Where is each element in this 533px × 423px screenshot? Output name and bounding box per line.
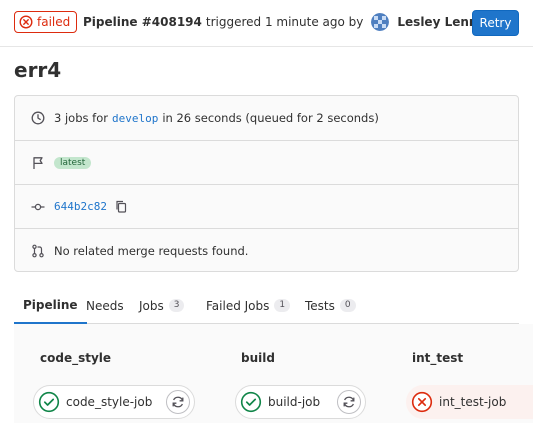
tab-label: Pipeline — [23, 297, 78, 312]
job-code-style[interactable]: code_style-job — [33, 385, 195, 419]
commit-row: 644b2c82 — [15, 184, 518, 228]
jobs-summary-row: 3 jobs for develop in 26 seconds (queued… — [15, 96, 518, 140]
commit-sha-link[interactable]: 644b2c82 — [54, 200, 107, 213]
tab-count-badge: 0 — [339, 299, 356, 312]
tab-count-badge: 1 — [274, 299, 291, 312]
tab-tests[interactable]: Tests 0 — [305, 287, 356, 324]
retry-button[interactable]: Retry — [472, 10, 519, 36]
tab-count-badge: 3 — [168, 299, 185, 312]
check-circle-icon — [38, 391, 60, 413]
pipeline-status-badge[interactable]: failed — [14, 11, 78, 33]
branch-link[interactable]: develop — [112, 112, 158, 125]
clock-icon — [31, 111, 45, 125]
close-circle-icon — [19, 15, 33, 29]
tab-failed-jobs[interactable]: Failed Jobs 1 — [206, 287, 291, 324]
tab-needs[interactable]: Needs — [86, 287, 124, 324]
close-circle-icon — [411, 391, 433, 413]
tab-label: Failed Jobs — [206, 298, 270, 313]
triggered-text: triggered 1 minute ago by — [205, 15, 364, 29]
pipeline-id: Pipeline #408194 — [83, 15, 202, 29]
header-divider — [0, 46, 533, 47]
tab-label: Jobs — [139, 298, 164, 313]
pipeline-info-card: 3 jobs for develop in 26 seconds (queued… — [14, 95, 519, 272]
jobs-summary-suffix: in 26 seconds (queued for 2 seconds) — [162, 111, 379, 125]
commit-icon — [31, 203, 45, 210]
check-circle-icon — [240, 391, 262, 413]
tab-label: Needs — [86, 298, 124, 313]
retry-icon — [343, 396, 355, 408]
tab-jobs[interactable]: Jobs 3 — [139, 287, 185, 324]
merge-requests-text: No related merge requests found. — [54, 243, 249, 258]
stage-title: int_test — [412, 351, 464, 365]
badges-row: latest — [15, 140, 518, 184]
job-build[interactable]: build-job — [235, 385, 366, 419]
retry-job-button[interactable] — [166, 390, 190, 414]
job-int-test[interactable]: int_test-job — [406, 385, 533, 419]
flag-icon — [33, 156, 43, 169]
job-name: code_style-job — [66, 395, 153, 409]
copy-icon[interactable] — [115, 200, 127, 213]
merge-request-icon — [32, 244, 44, 257]
tab-label: Tests — [305, 298, 335, 313]
avatar[interactable] — [371, 13, 390, 31]
tab-pipeline[interactable]: Pipeline — [14, 287, 87, 324]
pipeline-tabs: Pipeline Needs Jobs 3 Failed Jobs 1 Test… — [14, 287, 519, 324]
retry-job-button[interactable] — [337, 390, 361, 414]
latest-badge: latest — [54, 156, 92, 169]
merge-requests-row: No related merge requests found. — [15, 228, 518, 272]
retry-icon — [172, 396, 184, 408]
job-name: build-job — [268, 395, 321, 409]
stage-title: build — [241, 351, 275, 365]
job-name: int_test-job — [439, 395, 507, 409]
jobs-summary-prefix: 3 jobs for — [54, 111, 108, 125]
page-title: err4 — [14, 58, 62, 82]
stage-title: code_style — [40, 351, 112, 365]
status-label: failed — [37, 15, 71, 29]
pipeline-header: Pipeline #408194 triggered 1 minute ago … — [83, 11, 490, 33]
